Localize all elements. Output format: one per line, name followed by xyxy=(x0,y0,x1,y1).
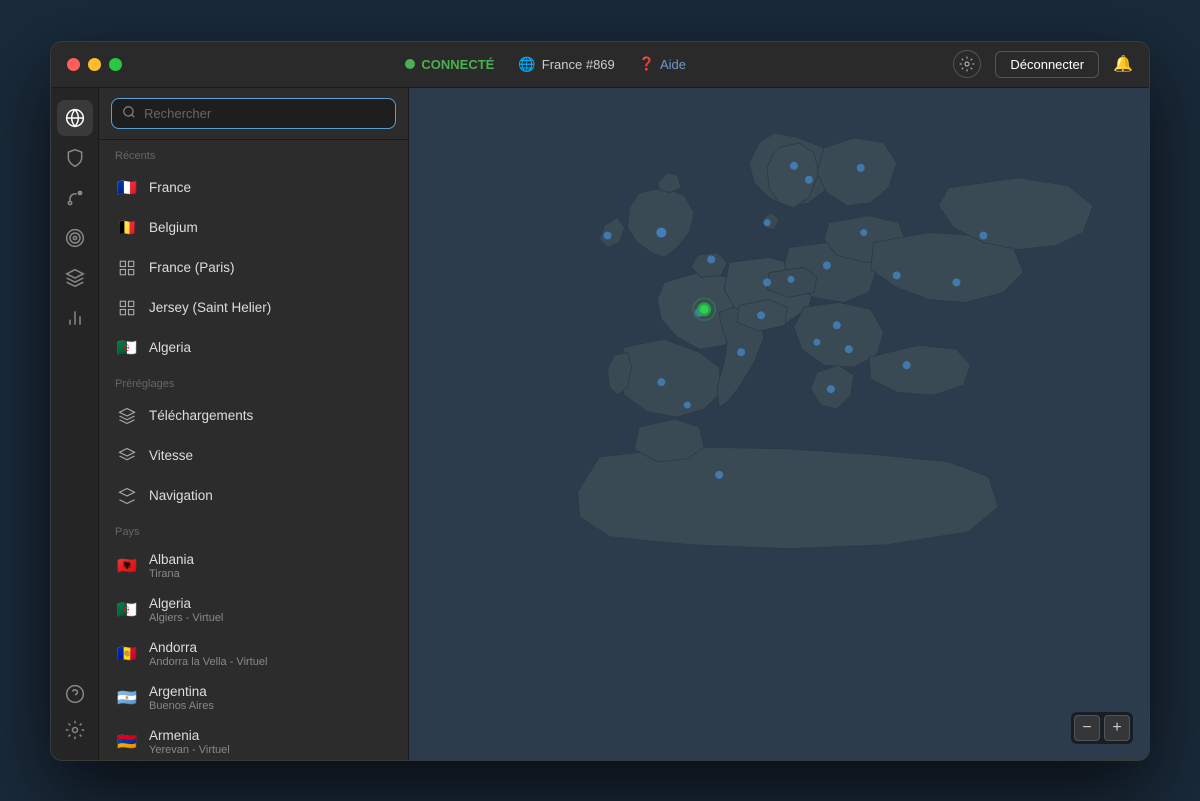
flag-argentina: 🇦🇷 xyxy=(115,686,139,710)
help-icon: ❓ xyxy=(639,56,655,72)
section-presets-label: Préréglages xyxy=(99,368,408,396)
country-name: Argentina xyxy=(149,684,214,699)
location-name: Belgium xyxy=(149,220,198,235)
country-sub: Andorra la Vella - Virtuel xyxy=(149,656,267,668)
flag-algeria: 🇩🇿 xyxy=(115,336,139,360)
connected-status: CONNECTÉ xyxy=(405,57,494,72)
connected-dot xyxy=(405,59,415,69)
sidebar-item-shield[interactable] xyxy=(57,140,93,176)
list-item[interactable]: Vitesse xyxy=(99,436,408,476)
list-item[interactable]: 🇦🇱 Albania Tirana xyxy=(99,544,408,588)
settings-circle-icon[interactable] xyxy=(953,50,981,78)
country-name: Algeria xyxy=(149,596,223,611)
app-window: CONNECTÉ 🌐 France #869 ❓ Aide Déconnecte… xyxy=(50,41,1150,761)
zoom-out-button[interactable]: − xyxy=(1074,715,1100,741)
sidebar-item-layers[interactable] xyxy=(57,260,93,296)
flag-belgium: 🇧🇪 xyxy=(115,216,139,240)
section-recents-label: Récents xyxy=(99,140,408,168)
bell-icon[interactable]: 🔔 xyxy=(1113,54,1133,74)
navigation-preset-icon xyxy=(115,484,139,508)
location-panel: Récents 🇫🇷 France 🇧🇪 Belgium xyxy=(99,88,409,760)
sidebar-item-chart[interactable] xyxy=(57,300,93,336)
list-item[interactable]: 🇩🇿 Algeria xyxy=(99,328,408,368)
search-icon xyxy=(122,105,136,122)
country-name: Albania xyxy=(149,552,194,567)
sidebar-item-settings[interactable] xyxy=(57,712,93,748)
server-info: 🌐 France #869 xyxy=(518,56,614,73)
location-name: Jersey (Saint Helier) xyxy=(149,300,271,315)
flag-france: 🇫🇷 xyxy=(115,176,139,200)
list-item[interactable]: Jersey (Saint Helier) xyxy=(99,288,408,328)
list-item[interactable]: 🇦🇩 Andorra Andorra la Vella - Virtuel xyxy=(99,632,408,676)
flag-andorra: 🇦🇩 xyxy=(115,642,139,666)
preset-navigation-label: Navigation xyxy=(149,488,213,503)
list-item[interactable]: 🇫🇷 France xyxy=(99,168,408,208)
map-area: − + xyxy=(409,88,1149,760)
minimize-button[interactable] xyxy=(88,58,101,71)
sidebar-item-target[interactable] xyxy=(57,220,93,256)
maximize-button[interactable] xyxy=(109,58,122,71)
search-input-wrapper xyxy=(111,98,396,129)
panel-scroll: Récents 🇫🇷 France 🇧🇪 Belgium xyxy=(99,140,408,760)
title-bar-right: Déconnecter 🔔 xyxy=(953,50,1133,78)
country-sub: Yerevan - Virtuel xyxy=(149,744,230,756)
search-container xyxy=(99,88,408,140)
preset-downloads-label: Téléchargements xyxy=(149,408,253,423)
help-button[interactable]: ❓ Aide xyxy=(639,56,686,72)
preset-icon xyxy=(115,296,139,320)
downloads-preset-icon xyxy=(115,404,139,428)
main-content: Récents 🇫🇷 France 🇧🇪 Belgium xyxy=(51,88,1149,760)
search-input[interactable] xyxy=(144,106,385,121)
flag-armenia: 🇦🇲 xyxy=(115,730,139,754)
country-sub: Algiers - Virtuel xyxy=(149,612,223,624)
flag-albania: 🇦🇱 xyxy=(115,554,139,578)
sidebar-bottom xyxy=(57,676,93,748)
location-name: France (Paris) xyxy=(149,260,235,275)
section-countries-label: Pays xyxy=(99,516,408,544)
country-sub: Buenos Aires xyxy=(149,700,214,712)
server-globe-icon: 🌐 xyxy=(518,56,535,73)
list-item[interactable]: 🇧🇪 Belgium xyxy=(99,208,408,248)
map-svg xyxy=(409,88,1149,760)
title-bar-center: CONNECTÉ 🌐 France #869 ❓ Aide xyxy=(138,56,953,73)
location-name: Algeria xyxy=(149,340,191,355)
help-label: Aide xyxy=(660,57,686,72)
location-name: France xyxy=(149,180,191,195)
preset-speed-label: Vitesse xyxy=(149,448,193,463)
map-controls: − + xyxy=(1071,712,1133,744)
list-item[interactable]: 🇩🇿 Algeria Algiers - Virtuel xyxy=(99,588,408,632)
sidebar-item-help[interactable] xyxy=(57,676,93,712)
disconnect-button[interactable]: Déconnecter xyxy=(995,51,1099,78)
list-item[interactable]: France (Paris) xyxy=(99,248,408,288)
sidebar-icons xyxy=(51,88,99,760)
close-button[interactable] xyxy=(67,58,80,71)
connected-label: CONNECTÉ xyxy=(421,57,494,72)
sidebar-item-route[interactable] xyxy=(57,180,93,216)
list-item[interactable]: Téléchargements xyxy=(99,396,408,436)
speed-preset-icon xyxy=(115,444,139,468)
list-item[interactable]: 🇦🇲 Armenia Yerevan - Virtuel xyxy=(99,720,408,760)
zoom-in-button[interactable]: + xyxy=(1104,715,1130,741)
country-name: Andorra xyxy=(149,640,267,655)
list-item[interactable]: Navigation xyxy=(99,476,408,516)
country-name: Armenia xyxy=(149,728,230,743)
title-bar: CONNECTÉ 🌐 France #869 ❓ Aide Déconnecte… xyxy=(51,42,1149,88)
country-sub: Tirana xyxy=(149,568,194,580)
preset-icon xyxy=(115,256,139,280)
server-label: France #869 xyxy=(542,57,615,72)
flag-algeria2: 🇩🇿 xyxy=(115,598,139,622)
list-item[interactable]: 🇦🇷 Argentina Buenos Aires xyxy=(99,676,408,720)
sidebar-item-globe[interactable] xyxy=(57,100,93,136)
traffic-lights xyxy=(67,58,122,71)
